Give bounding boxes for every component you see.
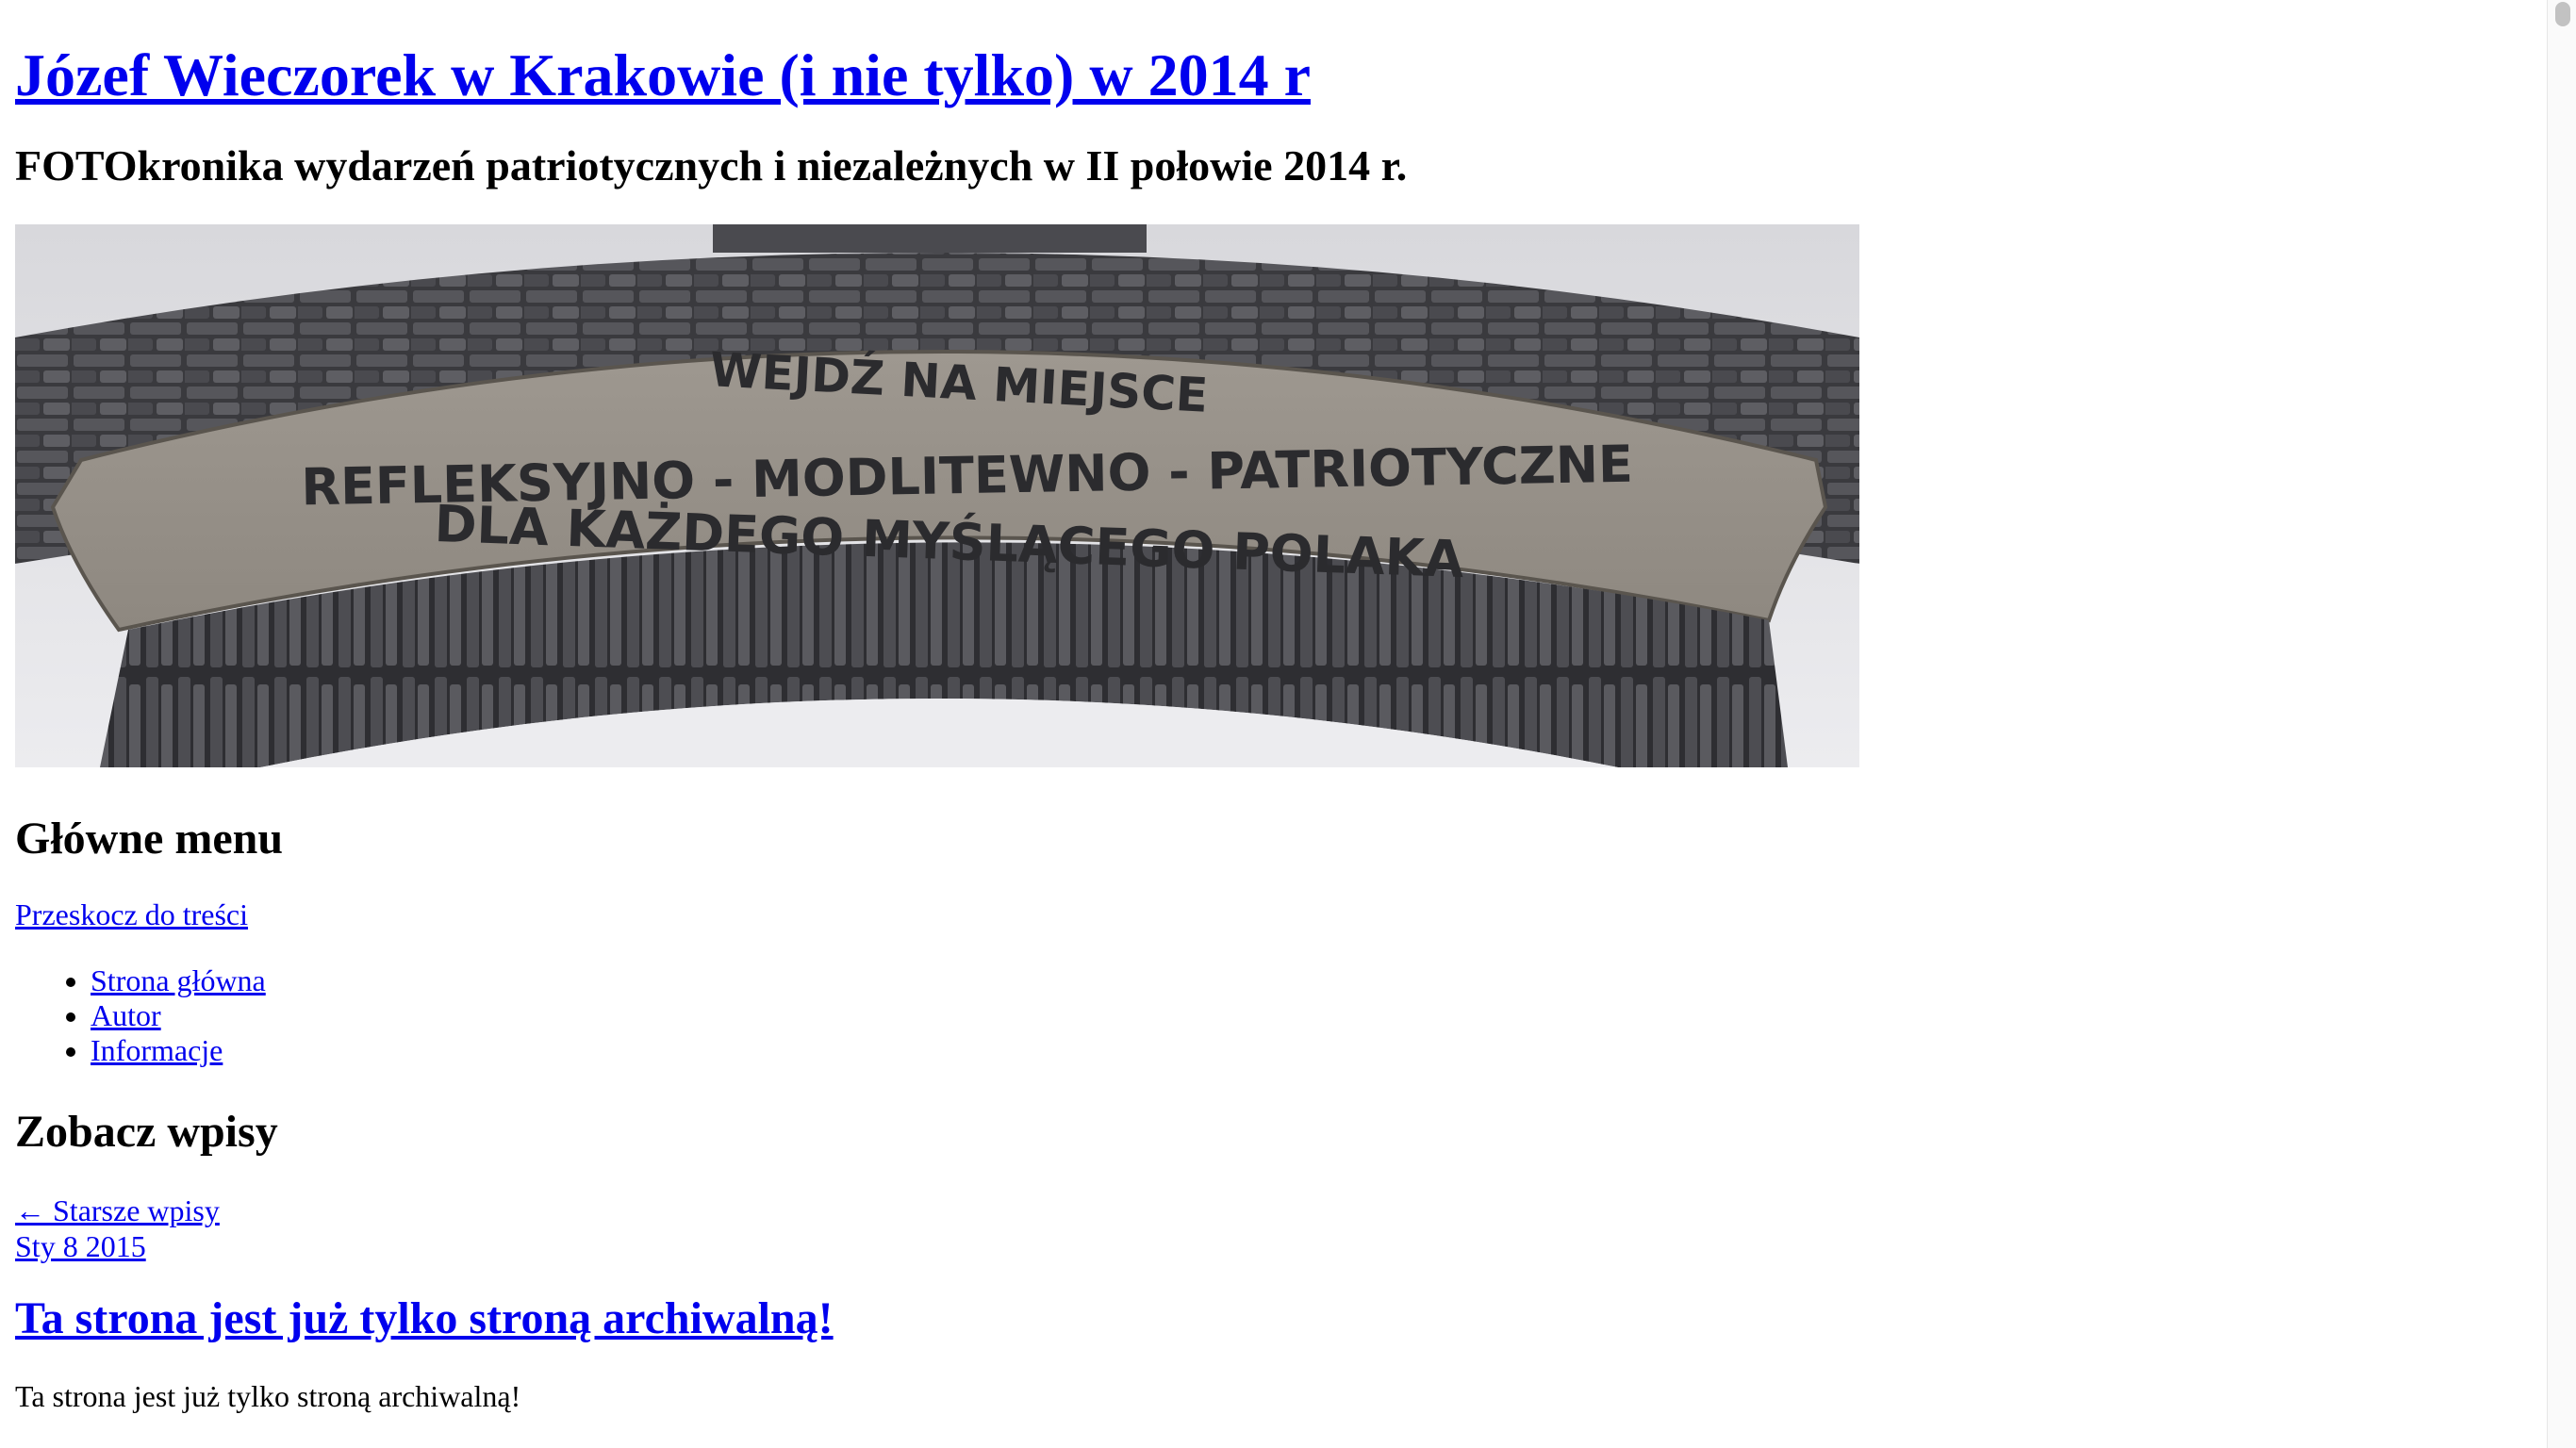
scrollbar-thumb[interactable]: [2555, 2, 2570, 26]
site-description: FOTOkronika wydarzeń patriotycznych i ni…: [15, 141, 1408, 189]
menu-item-home: Strona główna: [91, 963, 2542, 998]
site-title-link[interactable]: Józef Wieczorek w Krakowie (i nie tylko)…: [15, 41, 1311, 108]
menu-item-author: Autor: [91, 998, 2542, 1033]
page-content: Józef Wieczorek w Krakowie (i nie tylko)…: [15, 0, 2542, 1415]
post-title: Ta strona jest już tylko stroną archiwal…: [15, 1291, 2542, 1347]
main-menu-heading: Główne menu: [15, 814, 284, 864]
vertical-scrollbar[interactable]: [2547, 0, 2576, 1448]
menu-link-info[interactable]: Informacje: [91, 1033, 223, 1067]
post-body-text: Ta strona jest już tylko stroną archiwal…: [15, 1379, 521, 1413]
site-title: Józef Wieczorek w Krakowie (i nie tylko)…: [15, 38, 2542, 113]
header-banner-image: WEJDŹ NA MIEJSCE REFLEKSYJNO - MODLITEWN…: [15, 224, 1859, 767]
older-posts-link[interactable]: ← Starsze wpisy: [15, 1193, 2542, 1228]
post-title-link[interactable]: Ta strona jest już tylko stroną archiwal…: [15, 1293, 834, 1343]
menu-link-home[interactable]: Strona główna: [91, 963, 266, 997]
menu-item-info: Informacje: [91, 1033, 2542, 1068]
post-date-link[interactable]: Sty 8 2015: [15, 1228, 2542, 1264]
main-menu-list: Strona główna Autor Informacje: [15, 963, 2542, 1068]
menu-link-author[interactable]: Autor: [91, 998, 161, 1032]
skip-to-content-link[interactable]: Przeskocz do treści: [15, 896, 2542, 933]
entries-heading: Zobacz wpisy: [15, 1107, 278, 1157]
